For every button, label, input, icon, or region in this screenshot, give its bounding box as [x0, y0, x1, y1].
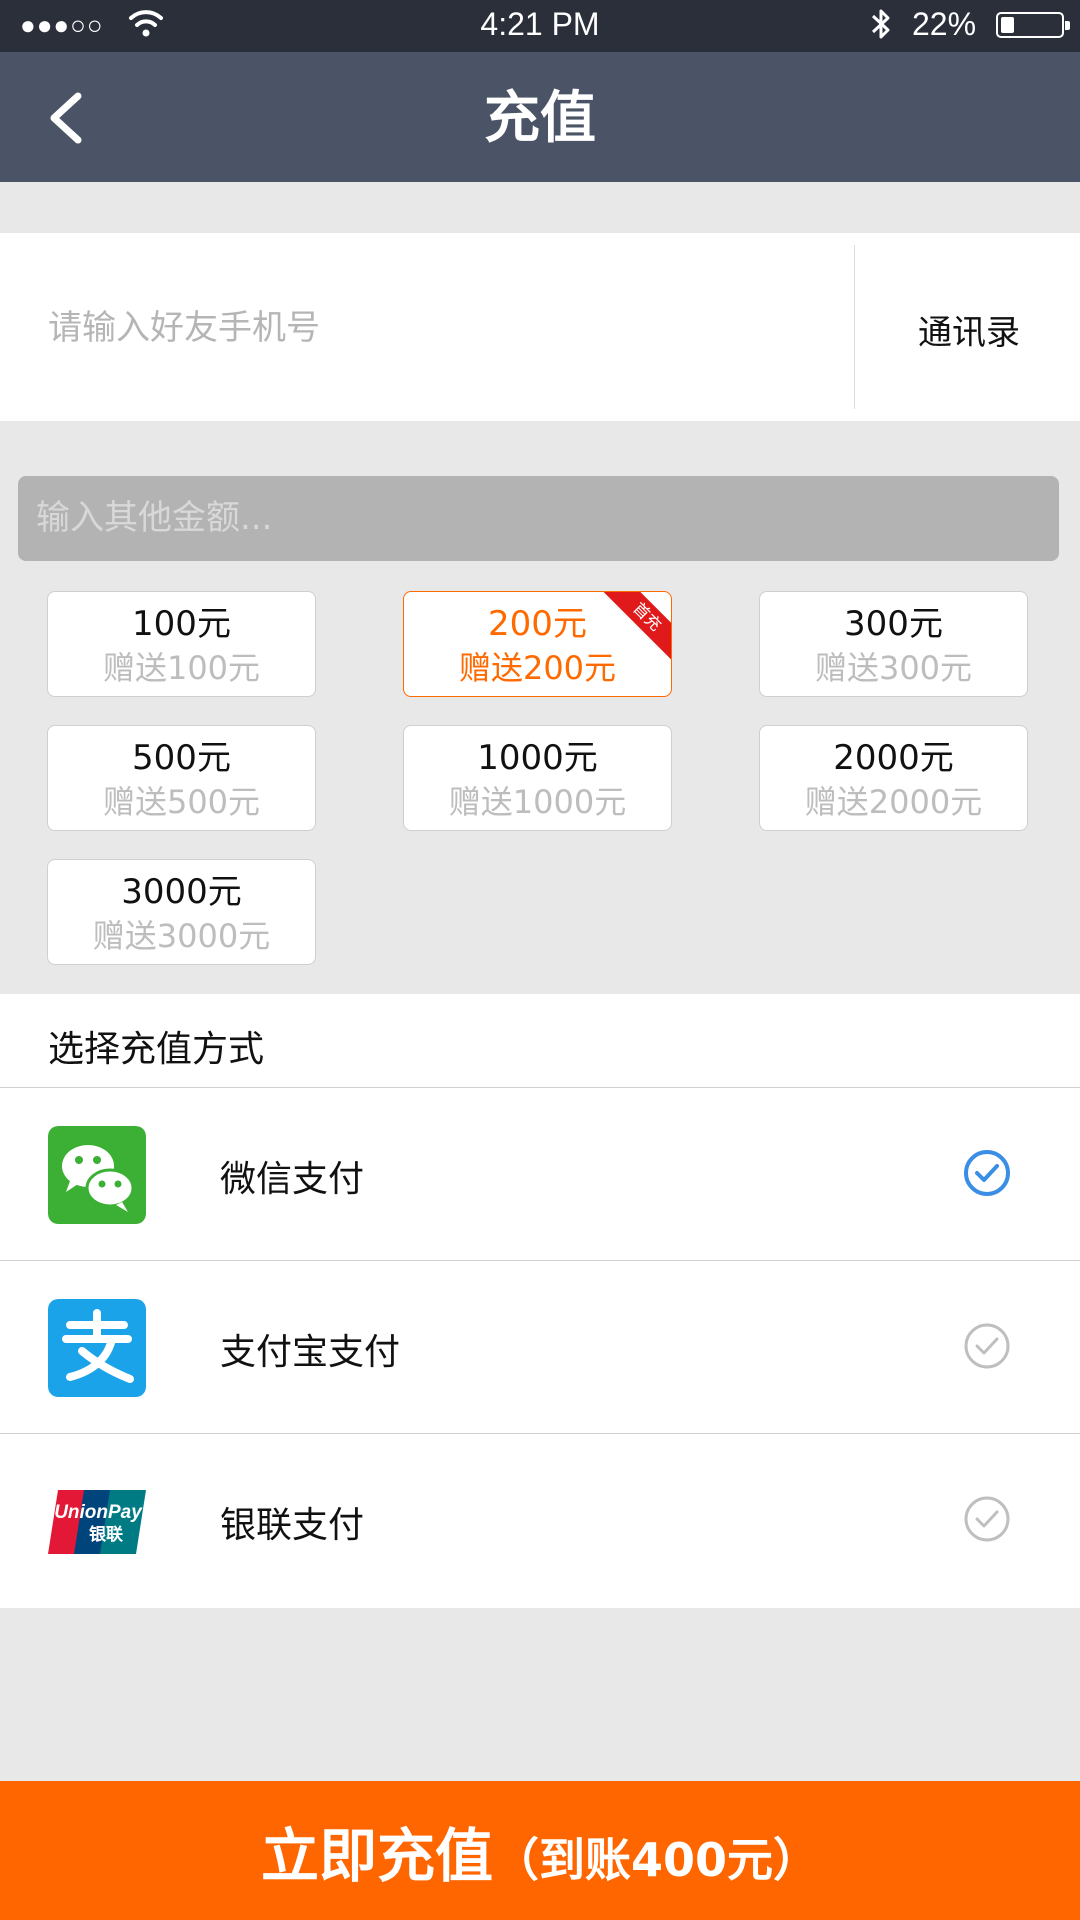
submit-detail: （到账400元） — [492, 1832, 820, 1887]
unionpay-icon: UnionPay 银联 — [48, 1490, 146, 1554]
payment-label: 微信支付 — [220, 1159, 365, 1200]
check-circle-icon — [964, 1496, 1010, 1542]
option-bonus: 赠送1000元 — [448, 783, 627, 821]
amount-option-1000[interactable]: 1000元 赠送1000元 — [403, 725, 672, 831]
svg-text:UnionPay: UnionPay — [54, 1502, 143, 1523]
payment-label: 支付宝支付 — [220, 1332, 401, 1373]
option-amount: 500元 — [132, 738, 231, 778]
check-circle-icon-selected — [964, 1150, 1010, 1196]
option-amount: 3000元 — [121, 872, 242, 912]
check-circle-icon — [964, 1323, 1010, 1369]
payment-option-unionpay[interactable]: UnionPay 银联 银联支付 — [0, 1433, 1080, 1606]
svg-text:银联: 银联 — [89, 1524, 123, 1545]
status-bar: ●●●○○ 4:21 PM 22% — [0, 0, 1080, 52]
recipient-row: 通讯录 — [0, 233, 1080, 421]
option-bonus: 赠送500元 — [102, 783, 261, 821]
custom-amount-field — [18, 476, 1059, 561]
page-title: 充值 — [484, 86, 596, 151]
battery-level — [1001, 17, 1014, 33]
amount-option-200[interactable]: 200元 赠送200元 首充 — [403, 591, 672, 697]
payment-label: 银联支付 — [220, 1505, 365, 1546]
option-amount: 1000元 — [477, 738, 598, 778]
amount-option-100[interactable]: 100元 赠送100元 — [47, 591, 316, 697]
submit-label: 立即充值 — [260, 1821, 493, 1890]
phone-number-input[interactable] — [48, 297, 838, 359]
amount-option-500[interactable]: 500元 赠送500元 — [47, 725, 316, 831]
payment-option-alipay[interactable]: 支付宝支付 — [0, 1260, 1080, 1433]
option-bonus: 赠送100元 — [102, 649, 261, 687]
contacts-button[interactable]: 通讯录 — [918, 305, 1020, 354]
amount-option-300[interactable]: 300元 赠送300元 — [759, 591, 1028, 697]
option-bonus: 赠送2000元 — [804, 783, 983, 821]
alipay-icon — [48, 1299, 146, 1397]
battery-percent: 22% — [912, 6, 977, 42]
option-amount: 100元 — [132, 604, 231, 644]
payment-method-section: 选择充值方式 微信支付 支付宝支付 UnionPay 银联 银联支付 — [0, 994, 1080, 1608]
battery-icon — [996, 12, 1070, 38]
divider — [854, 245, 855, 409]
option-amount: 2000元 — [833, 738, 954, 778]
option-bonus: 赠送300元 — [814, 649, 973, 687]
amount-option-2000[interactable]: 2000元 赠送2000元 — [759, 725, 1028, 831]
recharge-now-button[interactable]: 立即充值（到账400元） — [0, 1781, 1080, 1920]
wechat-icon — [48, 1126, 146, 1224]
payment-option-wechat[interactable]: 微信支付 — [0, 1087, 1080, 1260]
bluetooth-icon — [871, 9, 890, 39]
nav-bar: 充值 — [0, 52, 1080, 182]
option-bonus: 赠送3000元 — [92, 917, 271, 955]
custom-amount-input[interactable] — [36, 490, 1036, 546]
payment-section-title: 选择充值方式 — [48, 1029, 265, 1070]
amount-option-3000[interactable]: 3000元 赠送3000元 — [47, 859, 316, 965]
option-amount: 300元 — [844, 604, 943, 644]
option-bonus: 赠送200元 — [458, 649, 617, 687]
